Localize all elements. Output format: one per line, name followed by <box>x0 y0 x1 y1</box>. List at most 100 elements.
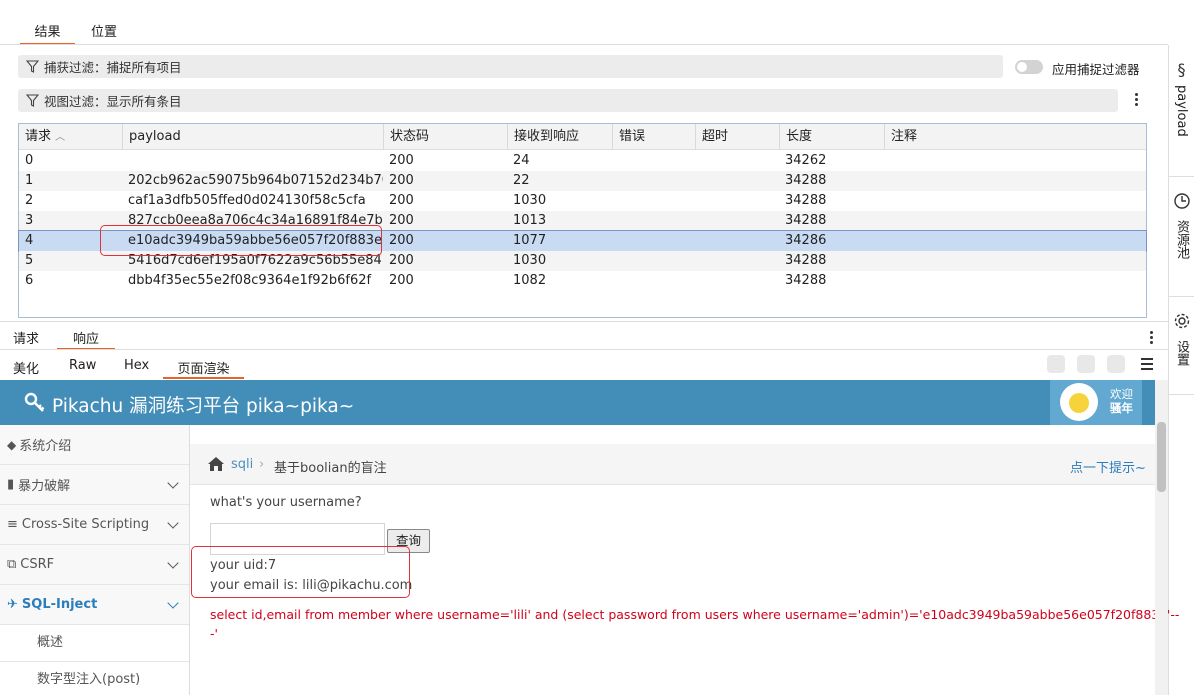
capture-filter-bar[interactable]: 捕获过滤：捕捉所有项目 <box>18 55 1003 78</box>
filter-icon <box>26 60 39 73</box>
view-filter-bar[interactable]: 视图过滤：显示所有条目 <box>18 89 1118 112</box>
newline-icon[interactable] <box>1107 355 1125 373</box>
cell-response-received: 22 <box>513 173 530 188</box>
list-icon: ≡ <box>7 517 18 532</box>
tab-pretty[interactable]: 美化 <box>13 358 39 377</box>
breadcrumb-separator: › <box>259 457 265 472</box>
chevron-down-icon <box>167 597 179 609</box>
key-icon <box>24 392 45 412</box>
sql-statement-continued: -' <box>210 626 218 641</box>
highlight-result-box <box>191 546 410 598</box>
sort-asc-icon: ︿ <box>55 132 66 143</box>
cell-response-received: 1030 <box>513 253 547 268</box>
cell-payload: 202cb962ac59075b964b07152d234b70 <box>128 173 383 188</box>
cell-request: 6 <box>25 273 34 288</box>
tab-render[interactable]: 页面渲染 <box>163 358 244 379</box>
burp-intruder-results-window: 结果 位置 捕获过滤：捕捉所有项目 应用捕捉过滤器 视图过滤：显示所有条目 请求… <box>0 0 1194 695</box>
tab-positions[interactable]: 位置 <box>91 21 117 40</box>
cell-payload: caf1a3dfb505ffed0d024130f58c5cfa <box>128 193 366 208</box>
cell-status: 200 <box>389 253 414 268</box>
breadcrumb-link-sqli[interactable]: sqli <box>231 457 253 472</box>
cell-request: 0 <box>25 153 34 168</box>
more-options-icon[interactable] <box>1150 331 1154 344</box>
cell-length: 34262 <box>785 153 827 168</box>
side-panel-empty <box>1168 395 1194 695</box>
side-tab-payload[interactable]: § payload <box>1168 45 1194 177</box>
column-header-request[interactable]: 请求 ︿ <box>19 124 122 150</box>
cell-payload <box>122 151 383 171</box>
column-header-timeout[interactable]: 超时 <box>695 124 779 150</box>
tab-hex[interactable]: Hex <box>124 358 149 373</box>
view-filter-text: 视图过滤：显示所有条目 <box>44 94 182 109</box>
column-header-comment[interactable]: 注释 <box>884 124 1146 150</box>
cell-status: 200 <box>389 153 414 168</box>
cell-status: 200 <box>389 173 414 188</box>
highlight-payload-box <box>100 225 382 256</box>
render-scrollbar[interactable] <box>1155 380 1168 695</box>
cell-response-received: 1013 <box>513 213 547 228</box>
tag-icon: ◆ <box>7 437 17 452</box>
table-row[interactable]: 6 dbb4f35ec55e2f08c9364e1f92b6f62f 200 1082… <box>19 271 1146 291</box>
side-tab-settings[interactable]: 设置 <box>1168 297 1194 395</box>
more-options-icon[interactable] <box>1135 93 1139 106</box>
column-header-length[interactable]: 长度 <box>779 124 884 150</box>
home-icon <box>208 457 224 471</box>
cell-response-received: 1082 <box>513 273 547 288</box>
user-welcome-box[interactable]: 欢迎 骚年 <box>1050 380 1142 425</box>
side-tab-resource-pool[interactable]: 资源池 <box>1168 177 1194 297</box>
column-header-error[interactable]: 错误 <box>612 124 695 150</box>
column-header-payload[interactable]: payload <box>122 124 383 150</box>
tab-request[interactable]: 请求 <box>13 328 39 347</box>
cell-response-received: 1030 <box>513 193 547 208</box>
submenu-item-overview[interactable]: 概述 <box>0 625 189 662</box>
cell-length: 34288 <box>785 193 827 208</box>
clock-icon <box>1173 193 1190 209</box>
tab-raw[interactable]: Raw <box>69 358 96 373</box>
plane-icon: ✈ <box>7 597 18 612</box>
menu-item-bruteforce[interactable]: ▮ 暴力破解 <box>0 465 189 505</box>
apply-capture-filter-label: 应用捕捉过滤器 <box>1052 62 1140 77</box>
filter-icon <box>26 94 39 107</box>
cell-payload: dbb4f35ec55e2f08c9364e1f92b6f62f <box>128 273 372 288</box>
welcome-text: 欢迎 骚年 <box>1110 387 1133 415</box>
gear-icon <box>1174 313 1189 329</box>
cell-length: 34286 <box>785 233 827 248</box>
toggle-knob <box>1017 62 1027 72</box>
table-header: 请求 ︿ payload 状态码 接收到响应 错误 超时 长度 注释 <box>19 124 1146 150</box>
menu-item-sql-inject[interactable]: ✈ SQL-Inject <box>0 585 189 625</box>
table-row[interactable]: 0 200 24 34262 <box>19 151 1146 171</box>
menu-item-csrf[interactable]: ⧉ CSRF <box>0 545 189 585</box>
scrollbar-thumb[interactable] <box>1157 422 1166 492</box>
table-row[interactable]: 1 202cb962ac59075b964b07152d234b70 200 22 34… <box>19 171 1146 191</box>
hint-link[interactable]: 点一下提示~ <box>1070 457 1146 476</box>
results-table: 请求 ︿ payload 状态码 接收到响应 错误 超时 长度 注释 0 200 2… <box>18 123 1147 318</box>
submenu-item-numeric-post[interactable]: 数字型注入(post) <box>0 662 189 695</box>
tab-response[interactable]: 响应 <box>57 328 115 350</box>
external-link-icon: ⧉ <box>7 557 17 572</box>
menu-item-xss[interactable]: ≡ Cross-Site Scripting <box>0 505 189 545</box>
divider <box>0 321 1168 322</box>
divider <box>0 349 1168 350</box>
avatar <box>1060 383 1098 421</box>
wrap-icon[interactable] <box>1077 355 1095 373</box>
payload-icon: § <box>1177 60 1186 79</box>
cell-request: 2 <box>25 193 34 208</box>
pikachu-title: Pikachu 漏洞练习平台 pika~pika~ <box>52 396 355 417</box>
hide-icon[interactable] <box>1047 355 1065 373</box>
chevron-down-icon <box>167 477 179 489</box>
cell-length: 34288 <box>785 253 827 268</box>
menu-item-intro[interactable]: ◆ 系统介绍 <box>0 425 189 465</box>
tab-results[interactable]: 结果 <box>20 21 75 45</box>
table-row[interactable]: 2 caf1a3dfb505ffed0d024130f58c5cfa 200 1030… <box>19 191 1146 211</box>
capture-filter-text: 捕获过滤：捕捉所有项目 <box>44 60 182 75</box>
lock-icon: ▮ <box>7 477 15 492</box>
column-header-status[interactable]: 状态码 <box>383 124 507 150</box>
cell-response-received: 24 <box>513 153 530 168</box>
column-header-response-received[interactable]: 接收到响应 <box>507 124 612 150</box>
cell-length: 34288 <box>785 213 827 228</box>
breadcrumb-current: 基于boolian的盲注 <box>274 461 387 476</box>
capture-filter-toggle[interactable] <box>1015 60 1043 74</box>
cell-status: 200 <box>389 213 414 228</box>
chevron-down-icon <box>167 517 179 529</box>
hamburger-menu-icon[interactable] <box>1141 358 1153 370</box>
